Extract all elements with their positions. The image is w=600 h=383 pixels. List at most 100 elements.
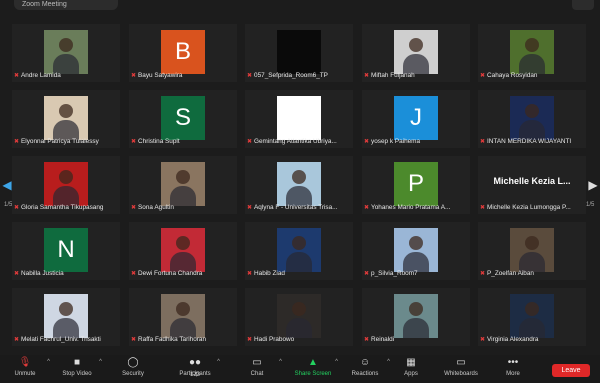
participant-tile[interactable]: S ✖ Christina Suplt bbox=[129, 90, 237, 148]
view-button[interactable] bbox=[572, 0, 594, 10]
stop-video-button[interactable]: ■ Stop Video ^ bbox=[52, 357, 102, 383]
participant-tile[interactable]: ✖ Hadi Prabowo bbox=[245, 288, 353, 346]
participant-tile[interactable]: ✖ Gloria Samantha Tikupasang bbox=[12, 156, 120, 214]
muted-microphone-icon: ✖ bbox=[480, 337, 486, 343]
participant-name-label: ✖ Gemintang Atlantika Ubriya... bbox=[247, 138, 351, 146]
participant-tile[interactable]: ✖ Aqlyna F - Universitas Trisa... bbox=[245, 156, 353, 214]
meeting-info-pill[interactable]: Zoom Meeting bbox=[14, 0, 118, 10]
chat-button[interactable]: ▭ Chat ^ bbox=[232, 357, 282, 383]
participant-tile[interactable]: ✖ Dewi Fortuna Chandra bbox=[129, 222, 237, 280]
more-button[interactable]: ••• More bbox=[488, 357, 538, 383]
participant-name-label: ✖ yosep k Paihema bbox=[364, 138, 468, 146]
chevron-up-icon[interactable]: ^ bbox=[47, 359, 50, 365]
chevron-up-icon[interactable]: ^ bbox=[99, 359, 102, 365]
participant-tile[interactable]: ✖ Miftah Fuljanah bbox=[362, 24, 470, 82]
reactions-button[interactable]: ☺ Reactions ^ bbox=[340, 357, 390, 383]
participant-name-label: ✖ INTAN MERDIKA WIJAYANTI bbox=[480, 138, 584, 146]
participant-photo bbox=[44, 294, 88, 338]
participant-tile[interactable]: ✖ Cahaya Rosyidan bbox=[478, 24, 586, 82]
more-dots-icon: ••• bbox=[507, 357, 519, 368]
participant-tile[interactable]: ✖ 057_Sefprida_Room6_TP bbox=[245, 24, 353, 82]
muted-microphone-icon: ✖ bbox=[480, 271, 486, 277]
participant-tile[interactable]: ✖ INTAN MERDIKA WIJAYANTI bbox=[478, 90, 586, 148]
participant-tile[interactable]: B ✖ Bayu Satyawira bbox=[129, 24, 237, 82]
unmute-label: Unmute bbox=[14, 371, 36, 377]
participant-photo bbox=[44, 96, 88, 140]
participant-name-label: ✖ Nabilla Justicia bbox=[14, 270, 118, 278]
participants-label: Participants bbox=[179, 371, 211, 377]
participant-tile[interactable]: N ✖ Nabilla Justicia bbox=[12, 222, 120, 280]
more-label: More bbox=[506, 371, 520, 377]
participant-tile[interactable]: ✖ P_Zoelfan Aiban bbox=[478, 222, 586, 280]
person-body-shape bbox=[403, 318, 429, 338]
participants-button[interactable]: ●● 123 Participants ^ bbox=[170, 357, 220, 383]
whiteboards-button[interactable]: ▭ Whiteboards bbox=[436, 357, 486, 383]
participant-tile[interactable]: ✖ Gemintang Atlantika Ubriya... bbox=[245, 90, 353, 148]
person-silhouette-icon bbox=[292, 170, 306, 184]
person-silhouette-icon bbox=[525, 302, 539, 316]
reactions-label: Reactions bbox=[351, 371, 379, 377]
share-screen-label: Share Screen bbox=[294, 371, 332, 377]
chevron-up-icon[interactable]: ^ bbox=[335, 359, 338, 365]
muted-microphone-icon: ✖ bbox=[247, 205, 253, 211]
person-silhouette-icon bbox=[409, 302, 423, 316]
participant-name: yosep k Paihema bbox=[371, 138, 421, 145]
participant-name-label: ✖ Aqlyna F - Universitas Trisa... bbox=[247, 204, 351, 212]
person-body-shape bbox=[286, 318, 312, 338]
person-silhouette-icon bbox=[409, 38, 423, 52]
participant-name-label: ✖ Melati Fachrul_Univ. Trisakti bbox=[14, 336, 118, 344]
participant-name-label: ✖ Andre Lamida bbox=[14, 72, 118, 80]
participant-name: Andre Lamida bbox=[21, 72, 61, 79]
participant-name-label: ✖ Dewi Fortuna Chandra bbox=[131, 270, 235, 278]
participant-tile[interactable]: ✖ Virginia Alexandra bbox=[478, 288, 586, 346]
muted-microphone-icon: ✖ bbox=[364, 73, 370, 79]
person-body-shape bbox=[53, 120, 79, 140]
person-body-shape bbox=[519, 318, 545, 338]
whiteboard-icon: ▭ bbox=[456, 357, 466, 368]
participant-photo bbox=[277, 294, 321, 338]
participant-photo bbox=[510, 228, 554, 272]
apps-button[interactable]: ▦ Apps bbox=[386, 357, 436, 383]
participant-photo bbox=[44, 30, 88, 74]
participant-photo bbox=[394, 228, 438, 272]
participant-tile[interactable]: J ✖ yosep k Paihema bbox=[362, 90, 470, 148]
next-page-arrow-icon[interactable]: ▶ bbox=[588, 175, 598, 195]
participant-tile[interactable]: ✖ Reinaldi bbox=[362, 288, 470, 346]
unmute-button[interactable]: 🎙 Unmute ^ bbox=[0, 357, 50, 383]
security-button[interactable]: ◯ Security bbox=[108, 357, 158, 383]
participant-name: p_Silvia_Room7 bbox=[371, 270, 418, 277]
participant-tile[interactable]: ✖ Elyonnai Patricya Tulalessy bbox=[12, 90, 120, 148]
participant-tile[interactable]: Michelle Kezia L... ✖ Michelle Kezia Lumon… bbox=[478, 156, 586, 214]
participant-name: Dewi Fortuna Chandra bbox=[138, 270, 203, 277]
participant-name: Melati Fachrul_Univ. Trisakti bbox=[21, 336, 101, 343]
apps-label: Apps bbox=[404, 371, 418, 377]
smiley-icon: ☺ bbox=[359, 357, 371, 368]
participant-name-label: ✖ P_Zoelfan Aiban bbox=[480, 270, 584, 278]
participant-name: Bayu Satyawira bbox=[138, 72, 183, 79]
participant-tile[interactable]: ✖ Raffa Fadhika Tarihoran bbox=[129, 288, 237, 346]
person-body-shape bbox=[170, 252, 196, 272]
person-body-shape bbox=[519, 120, 545, 140]
person-body-shape bbox=[53, 318, 79, 338]
person-body-shape bbox=[286, 186, 312, 206]
participant-name-label: ✖ Raffa Fadhika Tarihoran bbox=[131, 336, 235, 344]
person-silhouette-icon bbox=[176, 236, 190, 250]
chevron-up-icon[interactable]: ^ bbox=[217, 359, 220, 365]
previous-page-arrow-icon[interactable]: ◀ bbox=[2, 175, 12, 195]
participant-tile[interactable]: P ✖ Yohanes Mario Pratama A... bbox=[362, 156, 470, 214]
participant-photo bbox=[394, 30, 438, 74]
person-body-shape bbox=[519, 54, 545, 74]
security-label: Security bbox=[122, 371, 144, 377]
participant-tile[interactable]: ✖ Andre Lamida bbox=[12, 24, 120, 82]
participant-name: Habib Ziad bbox=[254, 270, 285, 277]
person-body-shape bbox=[170, 186, 196, 206]
participant-tile[interactable]: ✖ Sona Agultin bbox=[129, 156, 237, 214]
participant-tile[interactable]: ✖ Melati Fachrul_Univ. Trisakti bbox=[12, 288, 120, 346]
participant-name-label: ✖ Virginia Alexandra bbox=[480, 336, 584, 344]
chevron-up-icon[interactable]: ^ bbox=[279, 359, 282, 365]
participant-tile[interactable]: ✖ p_Silvia_Room7 bbox=[362, 222, 470, 280]
leave-button[interactable]: Leave bbox=[552, 364, 590, 377]
share-screen-button[interactable]: ▲ Share Screen ^ bbox=[288, 357, 338, 383]
participant-name-label: ✖ Habib Ziad bbox=[247, 270, 351, 278]
participant-tile[interactable]: ✖ Habib Ziad bbox=[245, 222, 353, 280]
